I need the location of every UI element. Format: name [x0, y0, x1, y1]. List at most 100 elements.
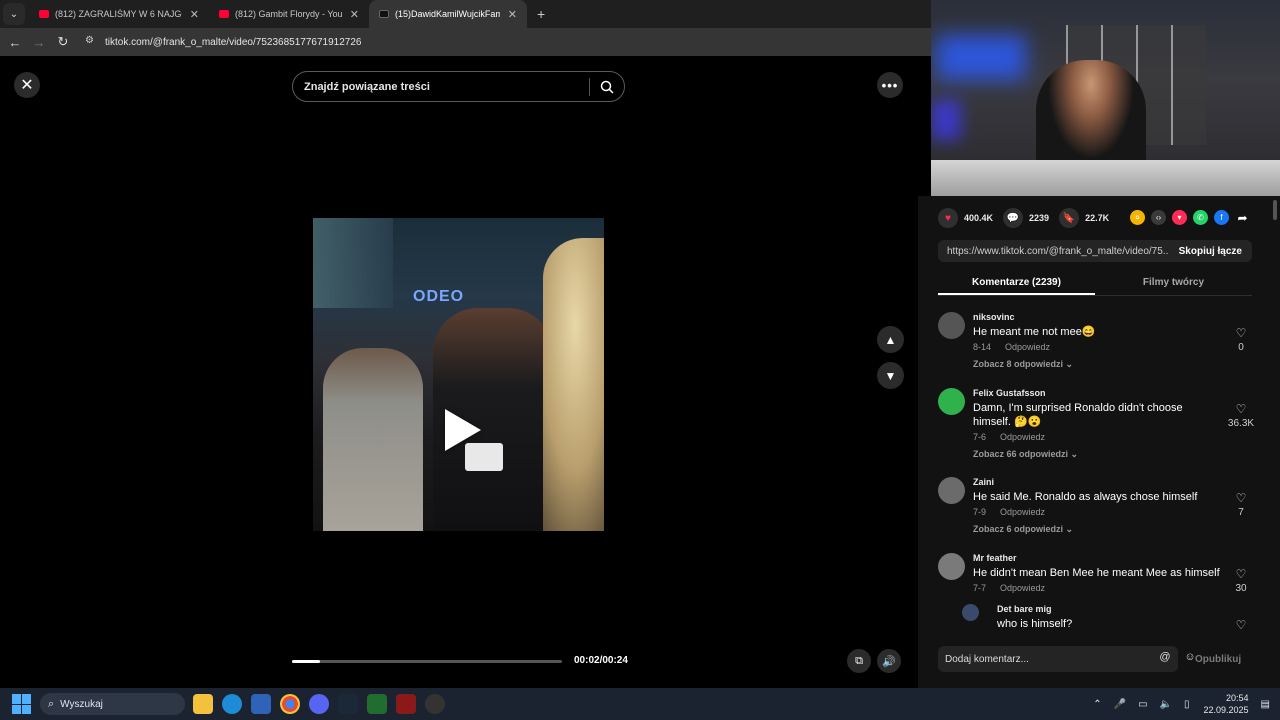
reply-button[interactable]: Odpowiedz: [1000, 507, 1045, 517]
clock[interactable]: 20:54 22.09.2025: [1204, 692, 1249, 716]
related-search: [292, 71, 625, 102]
comment-author[interactable]: Felix Gustafsson: [973, 388, 1223, 398]
reply-like-button[interactable]: ♡: [1226, 618, 1256, 632]
tab-creator-videos[interactable]: Filmy twórcy: [1095, 272, 1252, 295]
network-icon[interactable]: ▭: [1138, 699, 1147, 710]
comment-input[interactable]: [938, 646, 1178, 672]
reply-button[interactable]: Odpowiedz: [1000, 583, 1045, 593]
comment-like-button[interactable]: ♡ 36.3K: [1226, 402, 1256, 429]
tab-comments[interactable]: Komentarze (2239): [938, 272, 1095, 295]
emoji-icon[interactable]: ☺: [1183, 651, 1197, 665]
comment-author[interactable]: Zaini: [973, 477, 1223, 487]
share-arrow-icon[interactable]: ➦: [1235, 210, 1250, 225]
close-tab-icon[interactable]: ✕: [508, 8, 517, 21]
volume-icon[interactable]: 🔊: [877, 649, 901, 673]
comment-count: 2239: [1029, 213, 1050, 223]
view-replies-button[interactable]: Zobacz 66 odpowiedzi ⌄: [973, 449, 1223, 460]
browser-tab-active[interactable]: (15)DawidKamilWujcikFameMn ✕: [369, 0, 527, 28]
browser-tab[interactable]: (812) ZAGRALIŚMY W 6 NAJGO ✕: [29, 0, 209, 28]
video-frame[interactable]: ODEO: [313, 218, 604, 531]
progress-bar[interactable]: [292, 660, 562, 663]
comment-author[interactable]: Mr feather: [973, 553, 1223, 563]
comment-button[interactable]: 💬 2239: [1003, 208, 1049, 228]
embed-icon[interactable]: ‹›: [1151, 210, 1166, 225]
comment-date: 7-7: [973, 583, 987, 593]
reply-author[interactable]: Det bare mig: [997, 604, 1247, 614]
taskbar-search[interactable]: ⌕ Wyszukaj: [40, 693, 185, 715]
floating-player-icon[interactable]: ⧉: [847, 649, 871, 673]
previous-video-icon[interactable]: ▲: [877, 326, 904, 353]
save-button[interactable]: 🔖 22.7K: [1059, 208, 1109, 228]
windows-start-icon[interactable]: [12, 694, 32, 714]
copy-link-button[interactable]: Skopiuj łącze: [1169, 246, 1252, 257]
game-app-icon[interactable]: [396, 694, 416, 714]
coin-icon[interactable]: ¤: [1130, 210, 1145, 225]
mention-icon[interactable]: @: [1158, 651, 1172, 665]
view-replies-button[interactable]: Zobacz 8 odpowiedzi ⌄: [973, 359, 1223, 370]
panel-tabs: Komentarze (2239) Filmy twórcy: [938, 272, 1252, 296]
comment-icon: 💬: [1003, 208, 1024, 228]
more-options-icon[interactable]: •••: [877, 72, 903, 98]
search-input[interactable]: [293, 80, 589, 93]
comments-panel: ♥ 400.4K 💬 2239 🔖 22.7K ¤ ‹› ▾ ✆ f ➦ htt…: [918, 196, 1280, 688]
copy-link-box: https://www.tiktok.com/@frank_o_malte/vi…: [938, 240, 1252, 262]
browser-tab[interactable]: (812) Gambit Florydy - YouTube ✕: [209, 0, 369, 28]
edge-icon[interactable]: [222, 694, 242, 714]
steam-icon[interactable]: [338, 694, 358, 714]
view-replies-button[interactable]: Zobacz 6 odpowiedzi ⌄: [973, 524, 1223, 535]
search-icon[interactable]: [590, 71, 624, 102]
video-sign: ODEO: [413, 288, 465, 305]
send-icon[interactable]: ▾: [1172, 210, 1187, 225]
reply-button[interactable]: Odpowiedz: [1005, 342, 1050, 352]
tab-title: (812) ZAGRALIŚMY W 6 NAJGO: [55, 9, 182, 19]
microphone-icon[interactable]: 🎤: [1114, 699, 1126, 710]
video-background: [313, 218, 393, 308]
video-link[interactable]: https://www.tiktok.com/@frank_o_malte/vi…: [938, 246, 1169, 257]
progress-fill: [292, 660, 321, 663]
store-icon[interactable]: [251, 694, 271, 714]
avatar[interactable]: [938, 312, 965, 339]
back-icon[interactable]: ←: [3, 35, 27, 50]
publish-button[interactable]: Opublikuj: [1195, 654, 1241, 665]
comment-text: He didn't mean Ben Mee he meant Mee as h…: [973, 567, 1220, 579]
tab-search-menu-button[interactable]: ⌄: [3, 3, 25, 25]
close-icon[interactable]: ✕: [14, 72, 40, 98]
comment-text: He meant me not mee😄: [973, 326, 1096, 338]
url-text[interactable]: tiktok.com/@frank_o_malte/video/75236851…: [105, 37, 361, 48]
notification-icon[interactable]: ▤: [1261, 699, 1270, 710]
close-tab-icon[interactable]: ✕: [350, 8, 359, 21]
comment-like-button[interactable]: ♡ 7: [1226, 491, 1256, 518]
webcam-light: [936, 35, 1026, 80]
comment-meta: 7-9 Odpowiedz: [973, 507, 1223, 517]
obs-icon[interactable]: [425, 694, 445, 714]
comment-like-button[interactable]: ♡ 30: [1226, 567, 1256, 594]
avatar[interactable]: [962, 604, 979, 621]
facebook-icon[interactable]: f: [1214, 210, 1229, 225]
view-replies-label: Zobacz 66 odpowiedzi: [973, 449, 1069, 459]
chrome-icon[interactable]: [280, 694, 300, 714]
forward-icon[interactable]: →: [27, 35, 51, 50]
search-icon: ⌕: [48, 697, 55, 710]
reload-icon[interactable]: ↻: [51, 34, 75, 50]
tab-title: (15)DawidKamilWujcikFameMn: [395, 9, 500, 19]
comment-like-button[interactable]: ♡ 0: [1226, 326, 1256, 353]
comment-author[interactable]: niksovinc: [973, 312, 1223, 322]
site-info-icon[interactable]: ⚙: [85, 35, 99, 49]
whatsapp-icon[interactable]: ✆: [1193, 210, 1208, 225]
battery-icon[interactable]: ▯: [1184, 699, 1190, 710]
next-video-icon[interactable]: ▼: [877, 362, 904, 389]
chevron-up-icon[interactable]: ⌃: [1093, 699, 1101, 710]
like-button[interactable]: ♥ 400.4K: [938, 208, 993, 228]
speaker-icon[interactable]: 🔈: [1160, 699, 1172, 710]
avatar[interactable]: [938, 477, 965, 504]
avatar[interactable]: [938, 553, 965, 580]
file-explorer-icon[interactable]: [193, 694, 213, 714]
reply-button[interactable]: Odpowiedz: [1000, 432, 1045, 442]
play-icon[interactable]: [445, 409, 481, 451]
new-tab-button[interactable]: +: [537, 6, 545, 22]
discord-icon[interactable]: [309, 694, 329, 714]
avatar[interactable]: [938, 388, 965, 415]
scrollbar[interactable]: [1273, 200, 1277, 220]
xbox-icon[interactable]: [367, 694, 387, 714]
close-tab-icon[interactable]: ✕: [190, 8, 199, 21]
